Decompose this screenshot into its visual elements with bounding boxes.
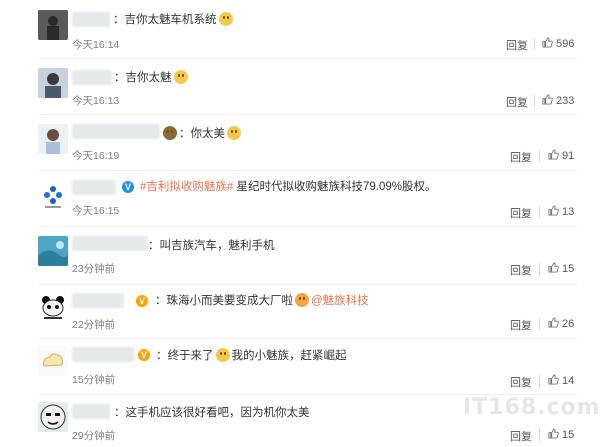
reply-button[interactable]: 回复	[506, 94, 528, 110]
smile-emoji-icon	[218, 12, 233, 26]
like-count: 91	[562, 150, 575, 162]
reply-button[interactable]: 回复	[510, 374, 532, 390]
divider	[539, 375, 540, 387]
thumbs-up-icon	[548, 149, 559, 160]
comment-item: V ：珠海小而美要变成大厂啦 @魅族科技 22分钟前 回复 26	[0, 286, 600, 341]
divider	[38, 170, 578, 171]
verified-badge-icon: V	[136, 295, 148, 307]
like-count: 14	[562, 375, 575, 387]
like-button[interactable]: 26	[548, 317, 574, 330]
divider	[534, 95, 535, 107]
like-count: 15	[562, 429, 575, 441]
comment-time: 15分钟前	[72, 374, 116, 386]
divider	[38, 226, 578, 227]
divider	[539, 263, 540, 275]
avatar[interactable]	[38, 180, 68, 210]
comment-text: #吉利拟收购魅族# 星纪时代拟收购魅族科技79.09%股权。	[140, 181, 437, 193]
mention-link[interactable]: @魅族科技	[311, 295, 369, 307]
like-button[interactable]: 596	[542, 37, 574, 50]
like-count: 233	[556, 95, 575, 107]
party-emoji-icon	[295, 293, 309, 307]
verified-badge-icon: V	[138, 349, 150, 361]
reply-button[interactable]: 回复	[510, 262, 532, 278]
reply-button[interactable]: 回复	[510, 205, 532, 221]
thumbs-up-icon	[542, 37, 553, 48]
divider	[38, 284, 578, 285]
username[interactable]	[72, 70, 112, 85]
verified-badge-icon: V	[122, 181, 134, 193]
avatar[interactable]	[38, 402, 68, 432]
divider	[539, 429, 540, 441]
like-button[interactable]: 15	[548, 262, 574, 275]
comment-text: ：这手机应该很好看吧，因为机你太美	[114, 407, 310, 419]
thumbs-up-icon	[542, 94, 553, 105]
watermark: IT168.com	[463, 395, 600, 420]
comment-text: ：吉你太魅	[114, 70, 190, 86]
like-count: 13	[562, 206, 575, 218]
chicken-emoji-icon	[163, 126, 177, 140]
username[interactable]	[72, 404, 110, 419]
reply-button[interactable]: 回复	[510, 317, 532, 333]
divider	[38, 114, 578, 115]
comment-time: 今天16:13	[72, 95, 120, 107]
comment-time: 今天16:14	[72, 39, 120, 51]
username[interactable]	[72, 124, 160, 139]
comment-time: 23分钟前	[72, 263, 116, 275]
like-button[interactable]: 14	[548, 374, 574, 387]
comment-text: ：你太美	[161, 126, 243, 142]
divider	[539, 206, 540, 218]
avatar[interactable]	[38, 124, 68, 154]
smile-emoji-icon	[227, 126, 241, 140]
like-button[interactable]: 91	[548, 149, 574, 162]
like-count: 26	[562, 318, 575, 330]
thumbs-up-icon	[548, 262, 559, 273]
like-count: 15	[562, 263, 575, 275]
divider	[38, 338, 578, 339]
like-button[interactable]: 15	[548, 428, 574, 441]
like-button[interactable]: 13	[548, 205, 574, 218]
thumbs-up-icon	[548, 205, 559, 216]
avatar[interactable]	[38, 68, 68, 98]
comment-text: ：叫吉族汽车，魅利手机	[148, 240, 275, 252]
divider	[38, 58, 578, 59]
username[interactable]	[72, 236, 148, 251]
like-count: 596	[556, 38, 575, 50]
avatar[interactable]	[38, 346, 68, 376]
username[interactable]	[72, 12, 110, 27]
username[interactable]	[72, 180, 116, 195]
comment-item: ：吉你太魅车机系统 今天16:14 回复 596	[0, 0, 600, 55]
comment-time: 今天16:15	[72, 205, 120, 217]
comment-item: ：你太美 今天16:19 回复 91	[0, 116, 600, 171]
comment-time: 22分钟前	[72, 319, 116, 331]
thumbs-up-icon	[548, 374, 559, 385]
reply-button[interactable]: 回复	[506, 37, 528, 53]
username[interactable]	[72, 293, 124, 308]
comment-time: 今天16:19	[72, 150, 120, 162]
avatar[interactable]	[38, 10, 68, 40]
topic-link[interactable]: #吉利拟收购魅族#	[140, 181, 233, 193]
divider	[539, 150, 540, 162]
comment-text: ：终于来了 我的小魅族，赶紧崛起	[156, 348, 347, 362]
comment-text: ：吉你太魅车机系统	[113, 12, 235, 28]
comment-text: ：珠海小而美要变成大厂啦 @魅族科技	[155, 293, 369, 307]
laugh-emoji-icon	[173, 70, 188, 84]
reply-button[interactable]: 回复	[510, 428, 532, 444]
thumbs-up-icon	[548, 317, 559, 328]
cat-emoji-icon	[215, 348, 230, 362]
divider	[534, 38, 535, 50]
avatar[interactable]	[38, 236, 68, 266]
divider	[539, 318, 540, 330]
reply-button[interactable]: 回复	[510, 149, 532, 165]
comment-item: ：吉你太魅 今天16:13 回复 233	[0, 60, 600, 115]
like-button[interactable]: 233	[542, 94, 574, 107]
comment-item: ：叫吉族汽车，魅利手机 23分钟前 回复 15	[0, 228, 600, 283]
avatar[interactable]	[38, 292, 68, 322]
comment-time: 29分钟前	[72, 430, 116, 442]
comment-item: V #吉利拟收购魅族# 星纪时代拟收购魅族科技79.09%股权。 今天16:15…	[0, 172, 600, 227]
username[interactable]	[72, 347, 134, 362]
thumbs-up-icon	[548, 428, 559, 439]
comment-item: V ：终于来了 我的小魅族，赶紧崛起 15分钟前 回复 14	[0, 340, 600, 395]
